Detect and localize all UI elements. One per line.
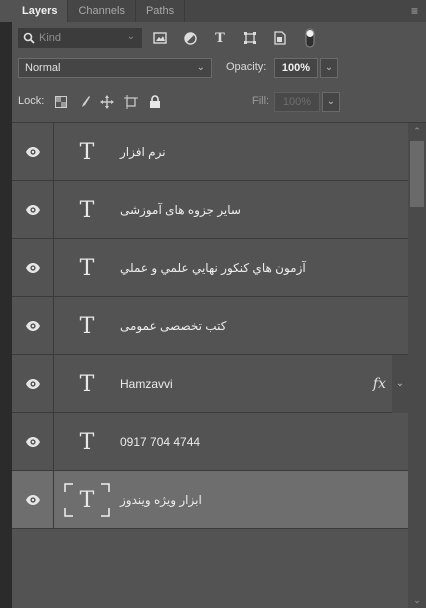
lock-transparent-icon[interactable] xyxy=(52,93,70,111)
adjustment-filter-icon[interactable] xyxy=(178,28,202,48)
panel-tab-bar: Layers Channels Paths ≡ xyxy=(0,0,426,22)
tab-paths[interactable]: Paths xyxy=(136,0,186,22)
type-layer-thumbnail: T xyxy=(79,429,95,455)
opacity-dropdown-button[interactable]: ⌄ xyxy=(320,58,338,78)
layer-name[interactable]: 0917 704 4744 xyxy=(120,413,200,471)
opacity-input[interactable]: 100% xyxy=(274,58,318,78)
smart-object-filter-icon[interactable] xyxy=(268,28,292,48)
chevron-down-icon: ⌄ xyxy=(126,31,135,42)
fill-input[interactable]: 100% xyxy=(274,92,320,112)
scroll-down-arrow-icon[interactable]: ⌄ xyxy=(408,592,426,608)
filter-toggle-icon[interactable] xyxy=(298,28,322,48)
layer-row-selected[interactable]: T ابزار ویژه ویندوز xyxy=(12,471,408,529)
layer-name[interactable]: ابزار ویژه ویندوز xyxy=(120,471,202,529)
lock-all-icon[interactable] xyxy=(146,93,164,111)
filter-row: Kind ⌄ T xyxy=(18,28,422,48)
lock-position-icon[interactable] xyxy=(98,93,116,111)
lock-label: Lock: xyxy=(18,95,45,107)
blend-mode-value: Normal xyxy=(25,62,61,74)
layer-row[interactable]: T سایر جزوه های آموزشی xyxy=(12,181,408,239)
kind-filter-select[interactable]: Kind ⌄ xyxy=(18,28,142,48)
type-filter-icon[interactable]: T xyxy=(208,28,232,48)
layer-row[interactable]: T کتب تخصصی عمومی xyxy=(12,297,408,355)
chevron-down-icon: ⌄ xyxy=(196,62,205,73)
panel-menu-icon[interactable]: ≡ xyxy=(411,0,418,22)
tab-strip: Layers Channels Paths xyxy=(12,0,426,22)
type-layer-thumbnail: T xyxy=(79,139,95,165)
opacity-label: Opacity: xyxy=(226,61,267,73)
visibility-eye-icon[interactable] xyxy=(12,123,54,181)
scroll-thumb[interactable] xyxy=(410,141,424,207)
layer-row[interactable]: T آزمون هاي كنكور نهايي علمي و عملي xyxy=(12,239,408,297)
layers-panel: Kind ⌄ T Normal ⌄ Opacity: 100% ⌄ Lock: xyxy=(12,22,426,608)
layer-name[interactable]: سایر جزوه های آموزشی xyxy=(120,181,241,239)
layer-row[interactable]: T 0917 704 4744 xyxy=(12,413,408,471)
lock-image-icon[interactable] xyxy=(76,93,94,111)
fill-label: Fill: xyxy=(252,95,270,107)
visibility-eye-icon[interactable] xyxy=(12,355,54,413)
layer-name[interactable]: نرم افزار xyxy=(120,123,166,181)
layers-scrollbar[interactable]: ⌃ ⌄ xyxy=(408,123,426,608)
visibility-eye-icon[interactable] xyxy=(12,239,54,297)
type-layer-thumbnail: T xyxy=(79,255,95,281)
lock-artboard-icon[interactable] xyxy=(122,93,140,111)
tab-layers[interactable]: Layers xyxy=(12,0,69,22)
layers-list: T نرم افزار T سایر جزوه های آموزشی T آزم… xyxy=(12,123,408,608)
layer-row[interactable]: T نرم افزار xyxy=(12,123,408,181)
blend-row: Normal ⌄ Opacity: 100% ⌄ xyxy=(18,58,422,78)
lock-row: Lock: Fill: 100% ⌄ xyxy=(12,92,416,112)
visibility-eye-icon[interactable] xyxy=(12,181,54,239)
layer-name[interactable]: کتب تخصصی عمومی xyxy=(120,297,226,355)
visibility-eye-icon[interactable] xyxy=(12,471,54,529)
visibility-eye-icon[interactable] xyxy=(12,413,54,471)
fill-dropdown-button[interactable]: ⌄ xyxy=(322,92,340,112)
scroll-up-arrow-icon[interactable]: ⌃ xyxy=(408,123,426,139)
effects-expand-toggle[interactable]: ⌄ xyxy=(392,355,408,413)
selection-frame-icon xyxy=(64,483,110,517)
tab-channels[interactable]: Channels xyxy=(68,0,136,22)
layer-name[interactable]: Hamzavvi xyxy=(120,355,173,413)
layer-row[interactable]: T Hamzavvi fx ⌄ xyxy=(12,355,408,413)
search-icon xyxy=(23,32,35,44)
layer-name[interactable]: آزمون هاي كنكور نهايي علمي و عملي xyxy=(120,239,306,297)
type-layer-thumbnail: T xyxy=(79,371,95,397)
image-filter-icon[interactable] xyxy=(148,28,172,48)
visibility-eye-icon[interactable] xyxy=(12,297,54,355)
blend-mode-select[interactable]: Normal ⌄ xyxy=(18,58,212,78)
type-layer-thumbnail: T xyxy=(79,197,95,223)
kind-label: Kind xyxy=(39,32,62,44)
shape-filter-icon[interactable] xyxy=(238,28,262,48)
type-layer-thumbnail: T xyxy=(79,313,95,339)
layer-effects-icon[interactable]: fx xyxy=(373,355,386,413)
